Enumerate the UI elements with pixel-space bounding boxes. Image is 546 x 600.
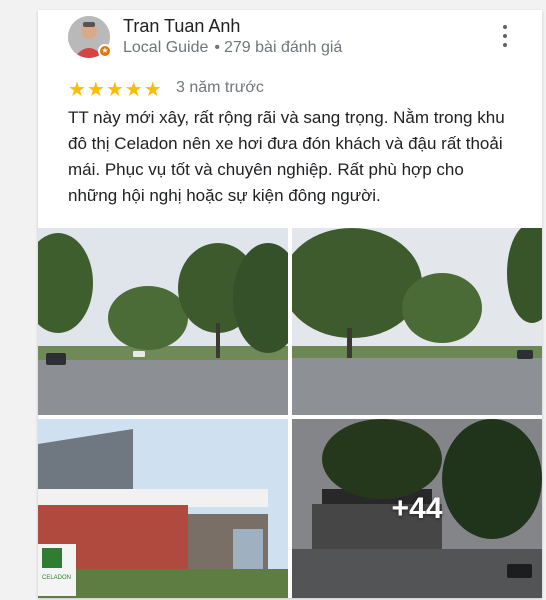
more-vert-icon[interactable] — [498, 25, 512, 47]
review-photo-3[interactable]: CELADON — [38, 419, 288, 598]
author-name[interactable]: Tran Tuan Anh — [123, 16, 240, 37]
review-time: 3 năm trước — [176, 79, 264, 96]
review-photo-2[interactable] — [292, 228, 542, 415]
author-meta: Local Guide • 279 bài đánh giá — [123, 39, 342, 57]
author-level: Local Guide — [123, 39, 209, 56]
celadon-logo-text: CELADON — [42, 575, 71, 581]
review-photo-1[interactable] — [38, 228, 288, 415]
local-guide-star-icon: ★ — [98, 44, 112, 58]
separator-dot: • — [214, 39, 220, 56]
review-text: TT này mới xây, rất rộng rãi và sang trọ… — [68, 108, 505, 205]
review-card: ★ Tran Tuan Anh Local Guide • 279 bài đánh… — [38, 10, 542, 598]
rating-stars: ★★★★★ — [68, 79, 163, 101]
more-photos-count: +44 — [391, 491, 443, 525]
review-count[interactable]: 279 bài đánh giá — [224, 39, 342, 56]
more-photos-tile[interactable]: +44 — [292, 419, 542, 598]
